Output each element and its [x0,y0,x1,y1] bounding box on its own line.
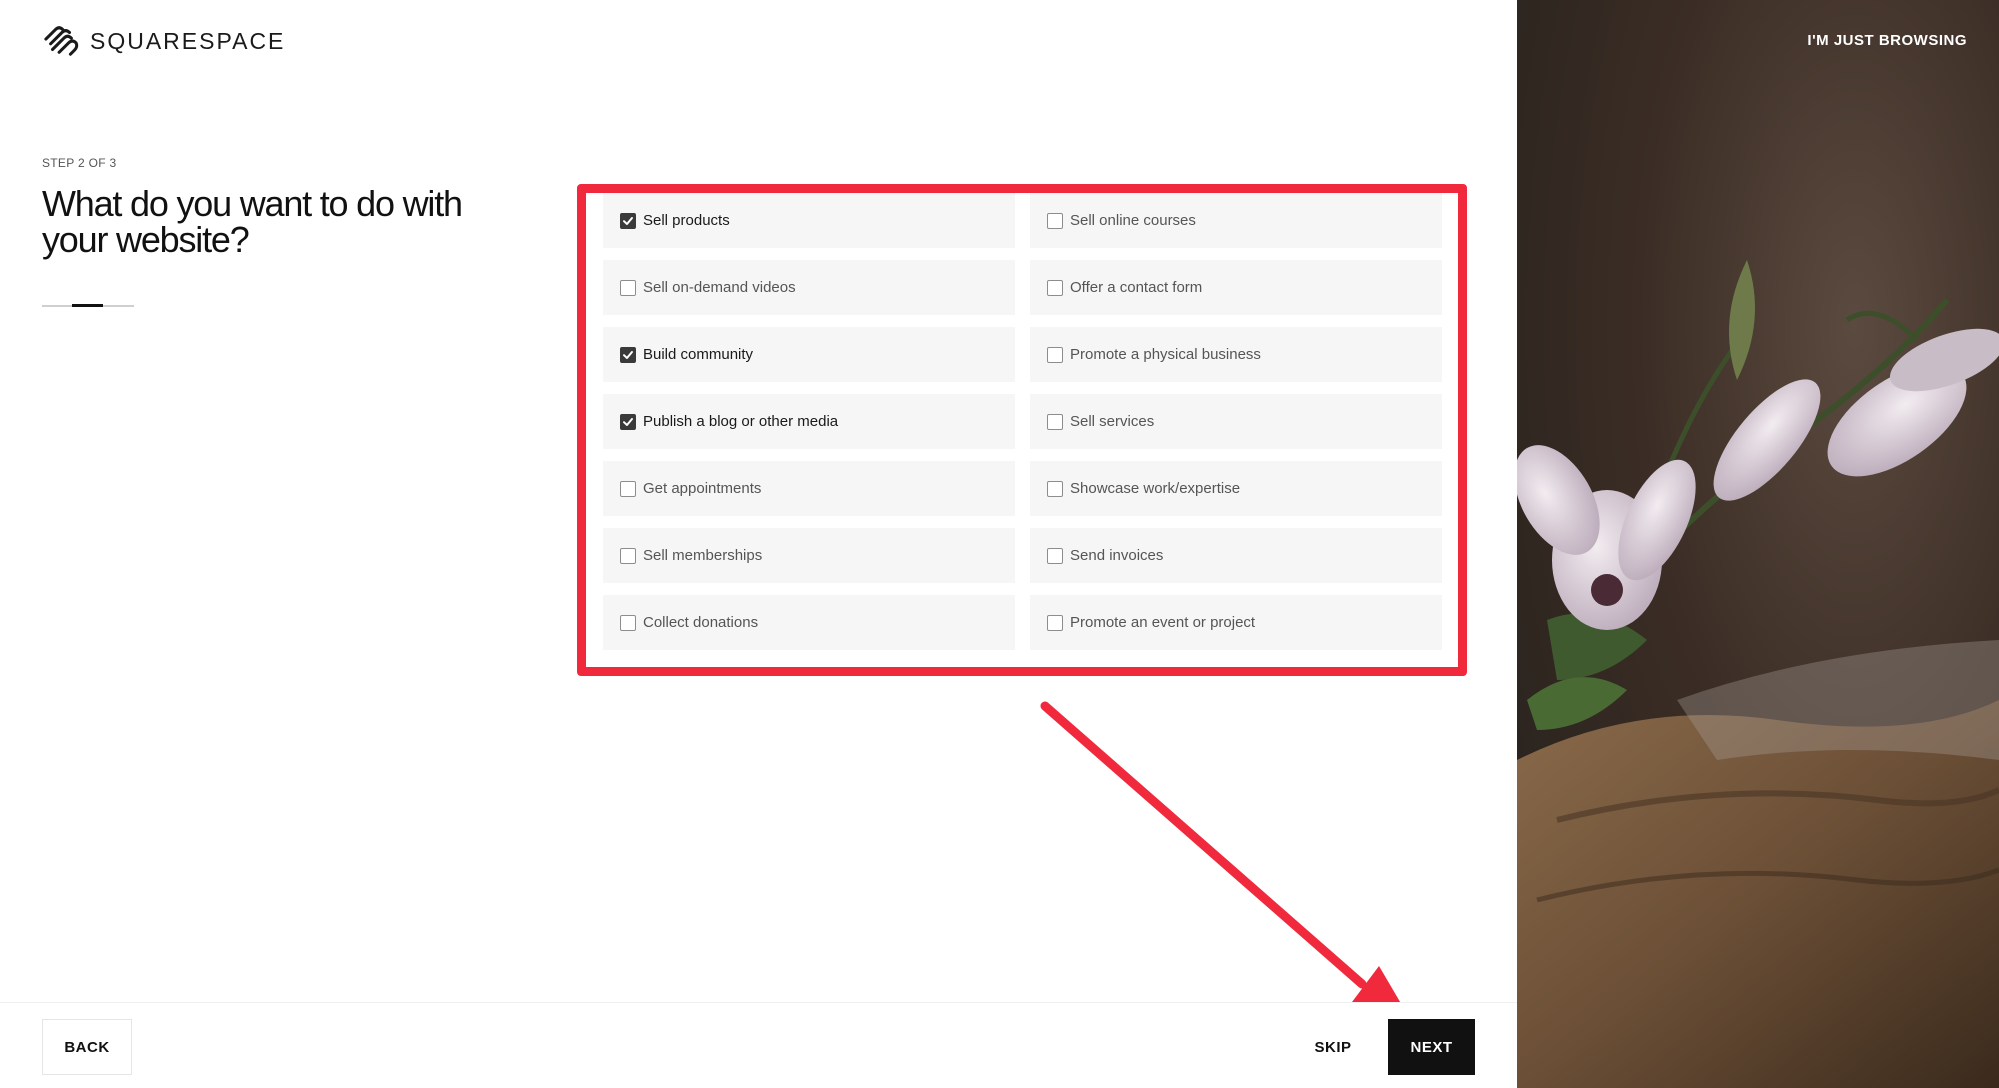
progress-track [42,304,134,307]
annotation-highlight-box [577,184,1467,676]
step-indicator: STEP 2 OF 3 [42,156,117,170]
back-button[interactable]: BACK [42,1019,132,1075]
squarespace-logo-icon [44,26,79,56]
just-browsing-link[interactable]: I'M JUST BROWSING [1807,32,1967,49]
brand-name: SQUARESPACE [90,27,286,54]
onboarding-panel: SQUARESPACE STEP 2 OF 3 What do you want… [0,0,1517,1088]
flower-arrangement-image [1517,260,1999,1088]
skip-button[interactable]: SKIP [1296,1019,1370,1075]
hero-image-panel: I'M JUST BROWSING [1517,0,1999,1088]
next-button[interactable]: NEXT [1388,1019,1475,1075]
page-title: What do you want to do with your website… [42,183,463,260]
footer-bar: BACK SKIP NEXT [0,1002,1517,1088]
progress-fill [72,304,103,307]
squarespace-logo[interactable]: SQUARESPACE [42,24,285,58]
